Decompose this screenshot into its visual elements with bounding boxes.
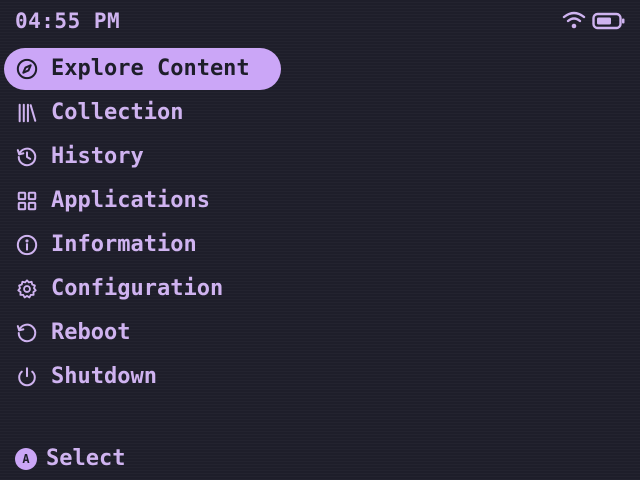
grid-icon — [15, 189, 39, 213]
a-button-icon: A — [15, 448, 37, 470]
menu-item-label: Shutdown — [51, 364, 157, 389]
menu-item-label: Information — [51, 232, 197, 257]
clock: 04:55 PM — [15, 9, 121, 33]
battery-icon — [592, 12, 625, 30]
menu-item-label: History — [51, 144, 144, 169]
restart-icon — [15, 321, 39, 345]
button-hint: A Select — [15, 445, 125, 473]
menu-item-shutdown[interactable]: Shutdown — [4, 356, 177, 398]
menu-item-label: Collection — [51, 100, 184, 125]
status-bar: 04:55 PM — [0, 0, 640, 42]
select-hint-label: Select — [46, 446, 126, 471]
wifi-icon — [562, 11, 586, 29]
menu-item-label: Applications — [51, 188, 210, 213]
menu-item-explore-content[interactable]: Explore Content — [4, 48, 281, 90]
power-icon — [15, 365, 39, 389]
compass-icon — [15, 57, 39, 81]
info-icon — [15, 233, 39, 257]
main-menu: Explore Content Collection History Appli… — [4, 48, 404, 400]
menu-item-label: Explore Content — [51, 56, 250, 81]
menu-item-history[interactable]: History — [4, 136, 164, 178]
menu-item-information[interactable]: Information — [4, 224, 217, 266]
gear-icon — [15, 277, 39, 301]
menu-item-configuration[interactable]: Configuration — [4, 268, 243, 310]
menu-item-collection[interactable]: Collection — [4, 92, 203, 134]
menu-item-reboot[interactable]: Reboot — [4, 312, 150, 354]
menu-item-label: Configuration — [51, 276, 224, 301]
menu-item-applications[interactable]: Applications — [4, 180, 230, 222]
history-icon — [15, 145, 39, 169]
menu-item-label: Reboot — [51, 320, 131, 345]
library-icon — [15, 101, 39, 125]
